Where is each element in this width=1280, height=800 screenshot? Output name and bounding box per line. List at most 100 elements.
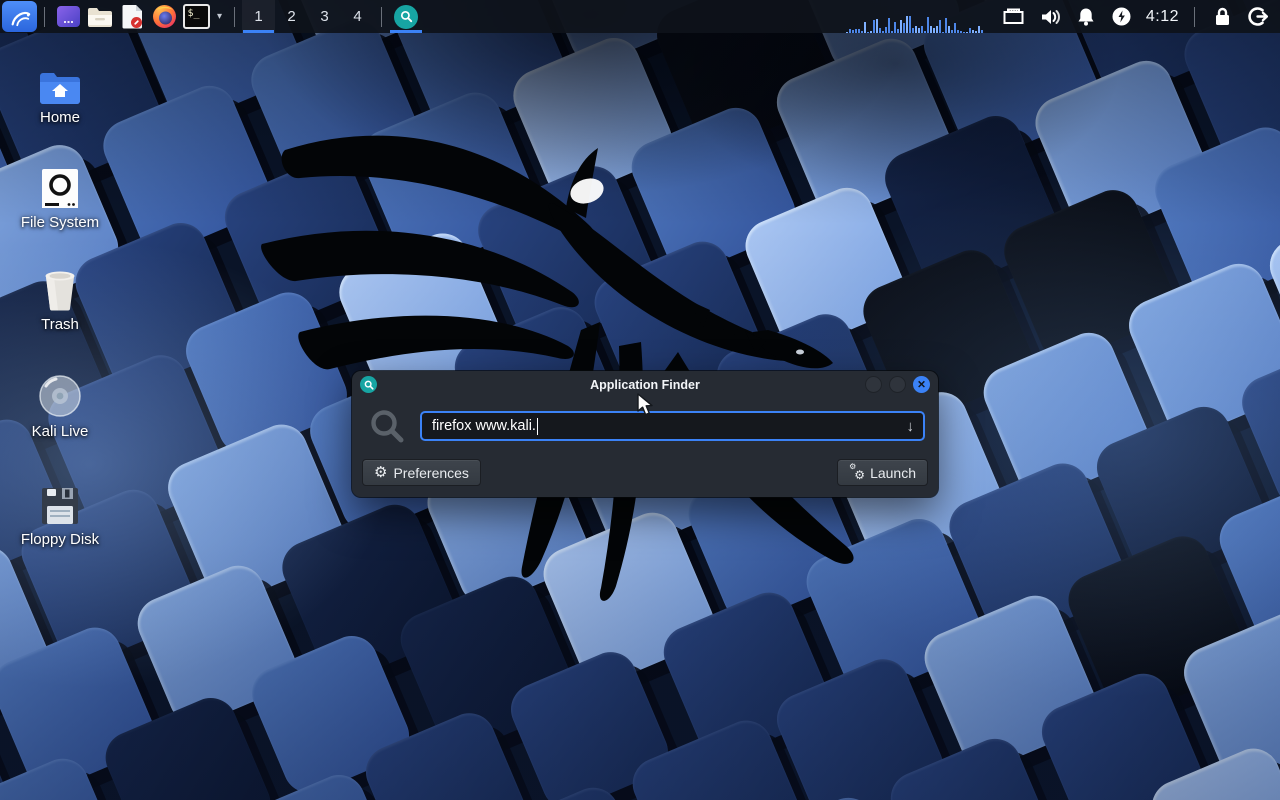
cpu-bar <box>972 30 974 33</box>
cpu-bar <box>924 31 926 33</box>
top-panel: $_ ▾ 1234 <box>0 0 1280 33</box>
launch-button[interactable]: ⚙⚙ Launch <box>837 459 928 486</box>
cpu-bar <box>870 31 872 33</box>
workspace-button-2[interactable]: 2 <box>275 0 308 33</box>
workspace-button-1[interactable]: 1 <box>242 0 275 33</box>
cpu-bar <box>849 29 851 33</box>
launcher-dropdown-chevron[interactable]: ▾ <box>212 0 227 33</box>
cpu-bar <box>894 22 896 33</box>
desktop-icon-label: Trash <box>8 316 112 333</box>
search-icon <box>369 408 405 444</box>
cpu-bar <box>936 26 938 33</box>
logout-icon[interactable] <box>1246 0 1270 33</box>
cpu-bar <box>951 30 953 33</box>
workspace-button-3[interactable]: 3 <box>308 0 341 33</box>
cpu-bar <box>900 20 902 33</box>
cpu-bar <box>885 27 887 33</box>
cpu-bar <box>855 29 857 33</box>
cpu-bar <box>942 32 944 33</box>
cpu-bar <box>969 28 971 33</box>
run-icon: ⚙⚙ <box>849 465 864 480</box>
cpu-bar <box>909 16 911 33</box>
window-title: Application Finder <box>352 378 938 392</box>
desktop-icon-file-system[interactable]: File System <box>8 163 112 231</box>
close-button[interactable]: ✕ <box>913 376 930 393</box>
preferences-button-label: Preferences <box>393 465 468 481</box>
launcher-desktop-app[interactable] <box>52 0 84 33</box>
desktop-icon-label: File System <box>8 214 112 231</box>
window-button-application-finder[interactable] <box>389 0 423 33</box>
cpu-bar <box>981 30 983 33</box>
workspace-switcher: 1234 <box>242 0 374 33</box>
application-finder-icon <box>394 5 418 29</box>
power-manager-icon[interactable] <box>1110 0 1134 33</box>
desktop-icon-floppy-disk[interactable]: Floppy Disk <box>8 480 112 548</box>
firefox-icon <box>152 4 177 29</box>
floppy-disk-icon <box>40 486 80 526</box>
maximize-button[interactable] <box>889 376 906 393</box>
kali-menu-button[interactable] <box>2 1 37 32</box>
cpu-bar <box>966 32 968 33</box>
panel-separator <box>44 7 45 27</box>
panel-separator <box>381 7 382 27</box>
cpu-bar <box>861 31 863 33</box>
cpu-bar <box>960 31 962 33</box>
clock[interactable]: 4:12 <box>1146 8 1179 26</box>
cpu-bar <box>882 31 884 33</box>
file-manager-icon <box>87 6 113 28</box>
kali-logo-icon <box>9 6 31 28</box>
cpu-bar <box>903 23 905 33</box>
cpu-bar <box>906 16 908 33</box>
cpu-bar <box>858 29 860 33</box>
notifications-icon[interactable] <box>1074 0 1098 33</box>
cpu-bar <box>897 29 899 33</box>
desktop-icon-kali-live[interactable]: Kali Live <box>8 372 112 440</box>
text-editor-icon <box>121 4 143 29</box>
titlebar[interactable]: Application Finder ✕ <box>352 371 938 398</box>
cpu-bar <box>876 19 878 33</box>
cpu-bar <box>939 20 941 33</box>
application-finder-window: Application Finder ✕ firefox www.kali. ↓… <box>352 371 938 497</box>
volume-icon[interactable] <box>1038 0 1062 33</box>
launch-button-label: Launch <box>870 465 916 481</box>
network-icon[interactable] <box>1002 0 1026 33</box>
launcher-file-manager[interactable] <box>84 0 116 33</box>
cpu-bar <box>963 32 965 33</box>
cpu-bar <box>954 23 956 33</box>
cpu-bar <box>888 18 890 33</box>
panel-separator <box>1194 7 1195 27</box>
cpu-bar <box>975 31 977 33</box>
cpu-bar <box>933 28 935 33</box>
cpu-bar <box>891 31 893 33</box>
launcher-terminal[interactable]: $_ <box>180 0 212 33</box>
lock-icon[interactable] <box>1210 0 1234 33</box>
cpu-bar <box>978 26 980 33</box>
gear-icon: ⚙ <box>374 465 387 480</box>
dropdown-arrow-icon[interactable]: ↓ <box>907 418 915 435</box>
optical-disc-icon <box>38 374 82 418</box>
launcher-text-editor[interactable] <box>116 0 148 33</box>
cpu-bar <box>957 30 959 33</box>
cpu-bar <box>945 18 947 33</box>
cpu-bar <box>873 20 875 33</box>
desktop-icon-trash[interactable]: Trash <box>8 265 112 333</box>
search-input[interactable]: firefox www.kali. ↓ <box>420 411 925 441</box>
hard-drive-icon <box>41 168 79 209</box>
search-input-value: firefox www.kali. <box>432 418 536 434</box>
preferences-button[interactable]: ⚙ Preferences <box>362 459 481 486</box>
trash-icon <box>40 269 80 311</box>
cpu-bar <box>918 28 920 33</box>
cpu-bar <box>852 30 854 33</box>
desktop-icon-label: Home <box>8 109 112 126</box>
cpu-bar <box>948 26 950 33</box>
desktop-icon-home[interactable]: Home <box>8 58 112 126</box>
launcher-firefox[interactable] <box>148 0 180 33</box>
minimize-button[interactable] <box>865 376 882 393</box>
cpu-bar <box>915 26 917 33</box>
cpu-bar <box>930 26 932 33</box>
workspace-button-4[interactable]: 4 <box>341 0 374 33</box>
desktop-icon-label: Kali Live <box>8 423 112 440</box>
terminal-icon: $_ <box>183 4 210 29</box>
cpu-bar <box>879 28 881 33</box>
cpu-history-graph <box>846 0 986 33</box>
